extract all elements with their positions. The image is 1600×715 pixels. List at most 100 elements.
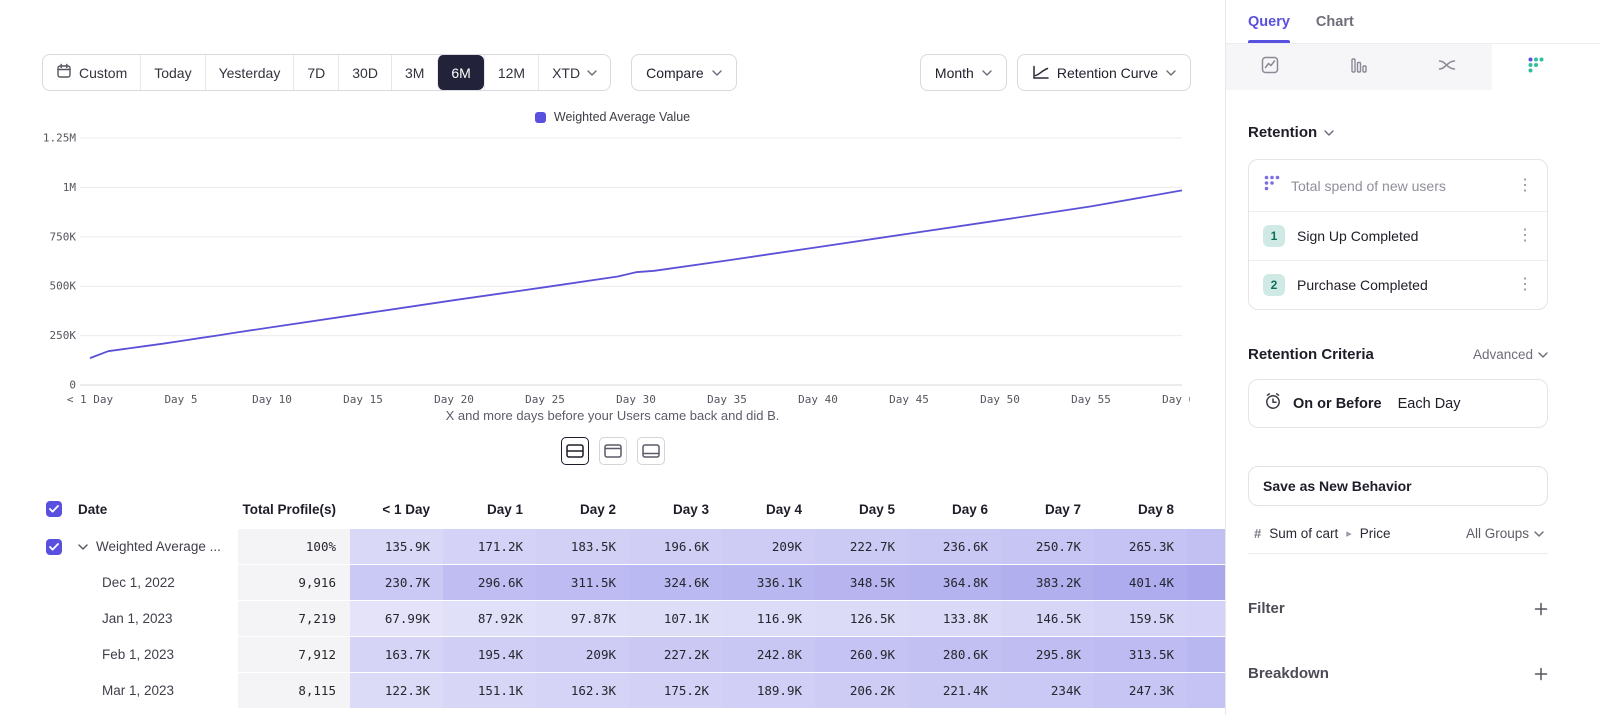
report-type-retention[interactable] (1492, 44, 1581, 90)
range-12m[interactable]: 12M (484, 55, 538, 90)
chart-type-label: Retention Curve (1057, 65, 1158, 81)
svg-text:Day 50: Day 50 (980, 393, 1020, 406)
svg-text:1.25M: 1.25M (43, 132, 76, 145)
value-cell: 146.5K (1001, 601, 1094, 636)
all-groups-label: All Groups (1466, 526, 1529, 541)
kebab-menu-icon[interactable]: ⋮ (1517, 277, 1533, 293)
table-row: Weighted Average ...100%135.9K171.2K183.… (0, 529, 1225, 564)
svg-text:Day 45: Day 45 (889, 393, 929, 406)
sliver-cell (1187, 601, 1225, 636)
all-groups-dropdown[interactable]: All Groups (1466, 526, 1544, 541)
range-7d[interactable]: 7D (293, 55, 338, 90)
breakdown-label: Breakdown (1248, 665, 1329, 682)
retention-section-heading[interactable]: Retention (1248, 124, 1548, 141)
retention-line (90, 190, 1182, 358)
value-cell: 222.7K (815, 529, 908, 564)
calendar-icon (56, 63, 72, 82)
profiles-cell: 9,916 (238, 565, 350, 600)
svg-text:250K: 250K (50, 329, 77, 342)
add-filter-button[interactable] (1534, 602, 1548, 616)
range-label: Yesterday (219, 65, 281, 81)
profiles-cell: 100% (238, 529, 350, 564)
chevron-down-icon (587, 70, 597, 76)
range-6m[interactable]: 6M (437, 55, 483, 90)
chevron-down-icon (1534, 531, 1544, 537)
granularity-label: Month (935, 65, 974, 81)
retention-section-title: Retention (1248, 124, 1317, 141)
value-cell: 383.2K (1001, 565, 1094, 600)
range-label: 3M (405, 65, 424, 81)
svg-text:Day 35: Day 35 (707, 393, 747, 406)
compare-button[interactable]: Compare (631, 54, 737, 91)
insights-icon (1260, 55, 1280, 80)
sliver-cell (1187, 673, 1225, 708)
value-cell: 227.2K (629, 637, 722, 672)
toolbar-left: Custom Today Yesterday 7D 30D 3M 6M12M XTD Comp… (42, 54, 737, 91)
view-toggle-chart[interactable] (599, 437, 627, 465)
column-header-date: Date (78, 489, 238, 529)
profiles-cell: 7,912 (238, 637, 350, 672)
row-label-cell: Mar 1, 2023 (78, 673, 238, 708)
behavior-card: Total spend of new users ⋮ 1 Sign Up Com… (1248, 159, 1548, 310)
timing-value-label: Each Day (1398, 396, 1461, 412)
report-main: Custom Today Yesterday 7D 30D 3M 6M12M XTD Comp… (0, 0, 1225, 715)
value-cell: 221.4K (908, 673, 1001, 708)
number-property-icon: # (1254, 526, 1261, 541)
behavior-step-2[interactable]: 2 Purchase Completed ⋮ (1249, 260, 1547, 309)
filter-label: Filter (1248, 600, 1285, 617)
row-check-cell (0, 673, 78, 708)
report-type-funnels[interactable] (1315, 44, 1404, 90)
granularity-button[interactable]: Month (920, 54, 1007, 91)
save-behavior-button[interactable]: Save as New Behavior (1248, 466, 1548, 506)
value-cell: 230.7K (350, 565, 443, 600)
row-label: Jan 1, 2023 (102, 611, 173, 626)
range-3m[interactable]: 3M (391, 55, 437, 90)
behavior-step-1[interactable]: 1 Sign Up Completed ⋮ (1249, 211, 1547, 260)
svg-text:Day 10: Day 10 (252, 393, 292, 406)
timing-card[interactable]: On or Before Each Day (1248, 379, 1548, 428)
value-cell: 163.7K (350, 637, 443, 672)
chart-type-button[interactable]: Retention Curve (1017, 54, 1191, 91)
range-label: Today (154, 65, 191, 81)
row-checkbox[interactable] (46, 539, 62, 555)
tab-chart[interactable]: Chart (1316, 0, 1354, 43)
report-type-insights[interactable] (1226, 44, 1315, 90)
report-type-flows[interactable] (1403, 44, 1492, 90)
value-cell: 122.3K (350, 673, 443, 708)
value-cell: 159.5K (1094, 601, 1187, 636)
value-cell: 67.99K (350, 601, 443, 636)
advanced-dropdown[interactable]: Advanced (1473, 347, 1548, 362)
range-label: 7D (307, 65, 325, 81)
svg-text:750K: 750K (50, 230, 77, 243)
value-cell: 107.1K (629, 601, 722, 636)
view-toggle-split[interactable] (561, 437, 589, 465)
range-custom[interactable]: Custom (43, 55, 140, 90)
measure-event-label: Sum of cart (1269, 526, 1338, 541)
profiles-cell: 8,115 (238, 673, 350, 708)
step-number-badge: 2 (1263, 274, 1285, 296)
kebab-menu-icon[interactable]: ⋮ (1517, 228, 1533, 244)
value-cell: 242.8K (722, 637, 815, 672)
toolbar-right: Month Retention Curve (920, 54, 1191, 91)
value-cell: 348.5K (815, 565, 908, 600)
compare-label: Compare (646, 65, 704, 81)
expand-chevron-icon[interactable] (78, 544, 88, 550)
retention-chart-svg: 0250K500K750K1M1.25M< 1 DayDay 5Day 10Da… (30, 125, 1190, 419)
row-label-cell: Weighted Average ... (78, 529, 238, 564)
kebab-menu-icon[interactable]: ⋮ (1517, 178, 1533, 194)
sliver-cell (1187, 565, 1225, 600)
value-cell: 175.2K (629, 673, 722, 708)
range-label: XTD (552, 65, 580, 81)
range-30d[interactable]: 30D (338, 55, 391, 90)
tab-query[interactable]: Query (1248, 0, 1290, 43)
range-today[interactable]: Today (140, 55, 204, 90)
value-cell: 135.9K (350, 529, 443, 564)
add-breakdown-button[interactable] (1534, 667, 1548, 681)
view-toggle-table[interactable] (637, 437, 665, 465)
range-xtd[interactable]: XTD (538, 55, 610, 90)
measure-row[interactable]: # Sum of cart ▸ Price All Groups (1248, 516, 1548, 554)
range-yesterday[interactable]: Yesterday (205, 55, 294, 90)
svg-text:Day 15: Day 15 (343, 393, 383, 406)
app: Custom Today Yesterday 7D 30D 3M 6M12M XTD Comp… (0, 0, 1600, 715)
select-all-checkbox[interactable] (46, 501, 62, 517)
